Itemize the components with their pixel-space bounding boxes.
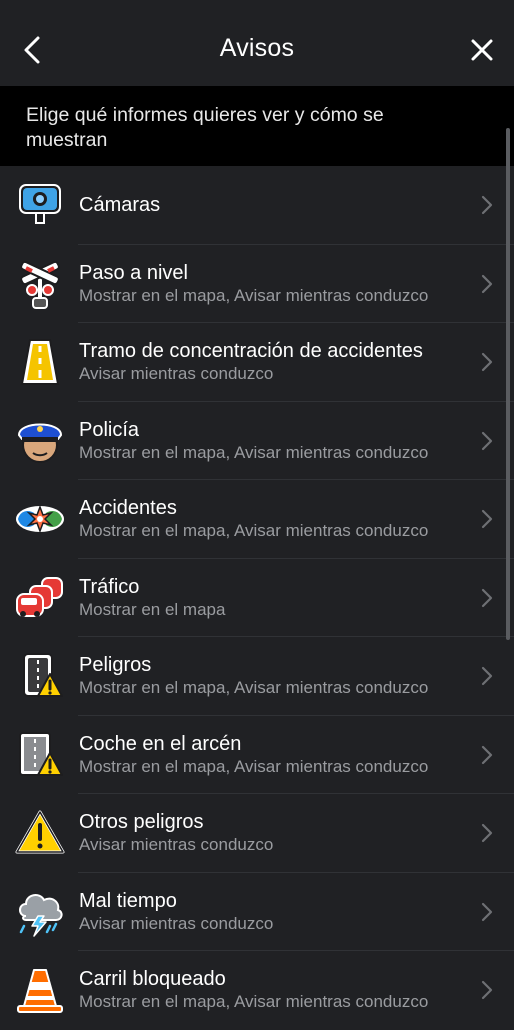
item-sublabel: Mostrar en el mapa, Avisar mientras cond… xyxy=(79,285,429,305)
list-item-mal-tiempo[interactable]: Mal tiempo Avisar mientras conduzco xyxy=(0,873,514,951)
list-item-accidentes[interactable]: Accidentes Mostrar en el mapa, Avisar mi… xyxy=(0,480,514,559)
list-item-trafico[interactable]: Tráfico Mostrar en el mapa xyxy=(0,559,514,637)
crash-icon xyxy=(16,505,64,534)
chevron-right-icon xyxy=(481,353,493,372)
item-sublabel: Avisar mientras conduzco xyxy=(79,835,274,855)
speed-camera-icon xyxy=(19,184,61,225)
subtitle-text: Elige qué informes quieres ver y cómo se… xyxy=(26,104,384,151)
railroad-crossing-icon xyxy=(20,260,60,309)
scrollbar[interactable] xyxy=(506,128,510,640)
chevron-right-icon xyxy=(481,981,493,1000)
list-item-tramo-accidentes[interactable]: Tramo de concentración de accidentes Avi… xyxy=(0,323,514,402)
item-label: Policía xyxy=(79,418,140,441)
close-button[interactable] xyxy=(462,30,502,70)
item-label: Coche en el arcén xyxy=(79,732,242,755)
chevron-right-icon xyxy=(481,902,493,921)
hazard-icon xyxy=(23,653,63,698)
item-sublabel: Mostrar en el mapa, Avisar mientras cond… xyxy=(79,992,429,1012)
chevron-right-icon xyxy=(481,745,493,764)
police-icon xyxy=(17,423,63,463)
item-sublabel: Mostrar en el mapa, Avisar mientras cond… xyxy=(79,756,429,776)
alert-list: Cámaras Paso a nivel Mostrar en el mapa,… xyxy=(0,166,514,1030)
chevron-right-icon xyxy=(481,274,493,293)
chevron-right-icon xyxy=(481,824,493,843)
item-label: Cámaras xyxy=(79,194,161,217)
chevron-right-icon xyxy=(481,588,493,607)
item-label: Carril bloqueado xyxy=(79,968,226,991)
list-item-coche-en-arcen[interactable]: Coche en el arcén Mostrar en el mapa, Av… xyxy=(0,716,514,794)
item-sublabel: Avisar mientras conduzco xyxy=(79,913,274,933)
chevron-right-icon xyxy=(481,667,493,686)
list-item-carril-bloqueado[interactable]: Carril bloqueado Mostrar en el mapa, Avi… xyxy=(0,951,514,1030)
header-bar: Avisos xyxy=(0,0,514,86)
item-label: Tráfico xyxy=(79,575,140,598)
list-item-otros-peligros[interactable]: Otros peligros Avisar mientras conduzco xyxy=(0,794,514,873)
chevron-right-icon xyxy=(481,510,493,529)
list-item-policia[interactable]: Policía Mostrar en el mapa, Avisar mient… xyxy=(0,402,514,480)
chevron-right-icon xyxy=(481,196,493,215)
car-on-shoulder-icon xyxy=(19,731,63,776)
accident-road-icon xyxy=(20,339,60,386)
warning-icon xyxy=(15,810,65,854)
item-label: Mal tiempo xyxy=(79,889,177,912)
list-item-camaras[interactable]: Cámaras xyxy=(0,166,514,245)
item-sublabel: Mostrar en el mapa xyxy=(79,599,226,619)
list-item-peligros[interactable]: Peligros Mostrar en el mapa, Avisar mien… xyxy=(0,637,514,716)
item-label: Otros peligros xyxy=(79,811,204,834)
item-sublabel: Mostrar en el mapa, Avisar mientras cond… xyxy=(79,521,429,541)
chevron-right-icon xyxy=(481,431,493,450)
traffic-cone-icon xyxy=(17,969,63,1014)
list-item-paso-a-nivel[interactable]: Paso a nivel Mostrar en el mapa, Avisar … xyxy=(0,245,514,323)
item-sublabel: Mostrar en el mapa, Avisar mientras cond… xyxy=(79,678,429,698)
item-label: Peligros xyxy=(79,654,152,677)
item-sublabel: Avisar mientras conduzco xyxy=(79,364,274,384)
storm-cloud-icon xyxy=(19,893,63,937)
item-sublabel: Mostrar en el mapa, Avisar mientras cond… xyxy=(79,442,429,462)
page-title: Avisos xyxy=(219,34,295,62)
item-label: Paso a nivel xyxy=(79,261,188,284)
traffic-icon xyxy=(16,576,63,617)
item-label: Accidentes xyxy=(79,497,177,520)
item-label: Tramo de concentración de accidentes xyxy=(79,340,423,363)
